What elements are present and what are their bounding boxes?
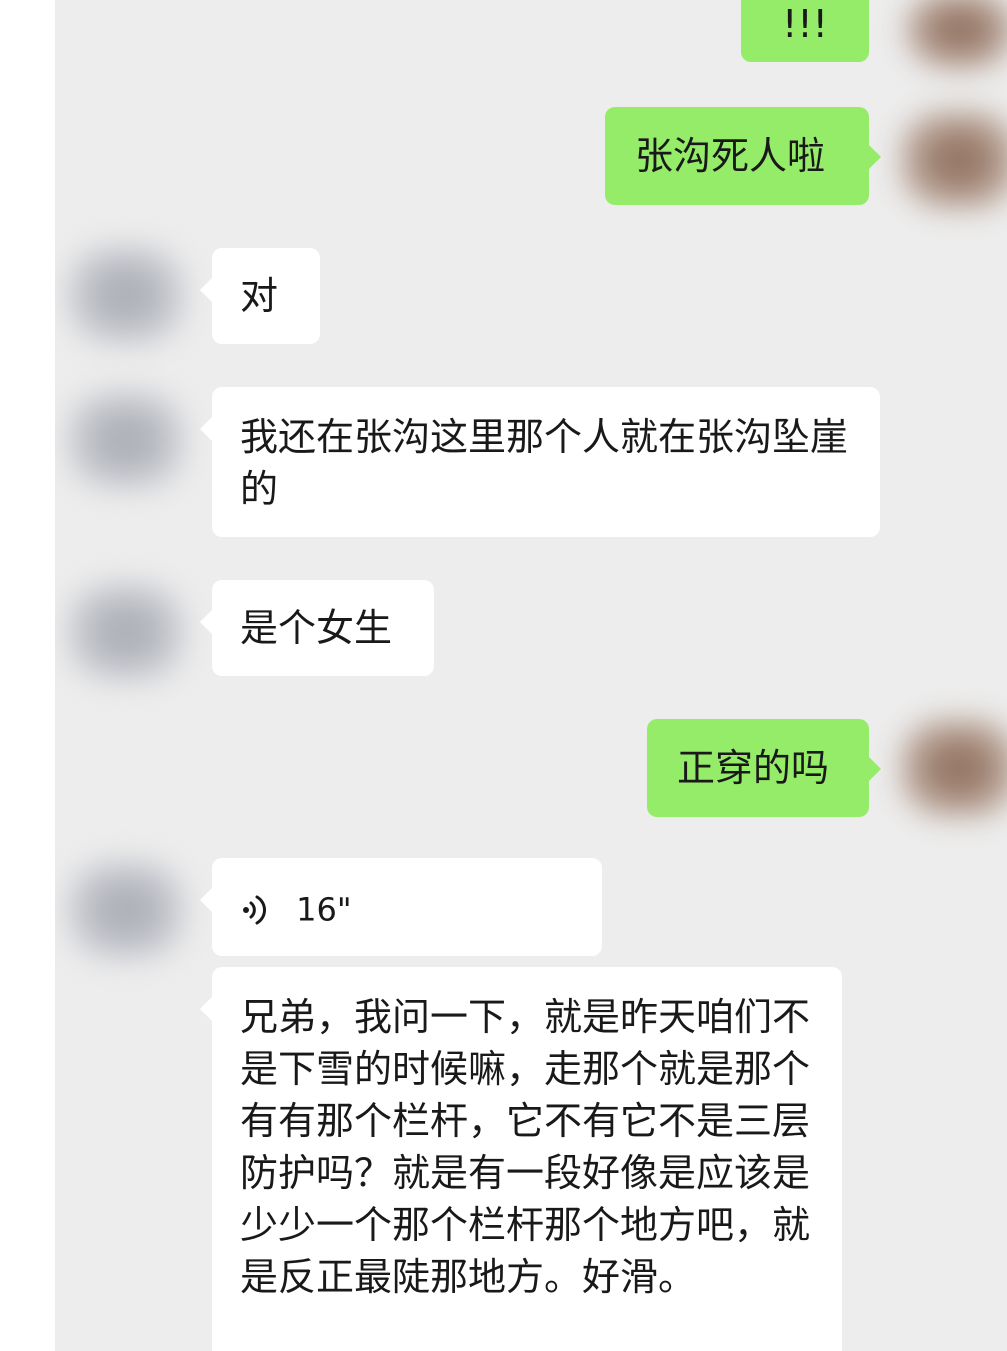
voice-message[interactable]: 16" xyxy=(200,858,602,956)
message-text: 兄弟，我问一下，就是昨天咱们不是下雪的时候嘛，走那个就是那个有有那个栏杆，它不有… xyxy=(240,995,811,1299)
message-text: 我还在张沟这里那个人就在张沟坠崖的 xyxy=(240,415,849,511)
self-avatar[interactable] xyxy=(905,0,1007,70)
chat-message-list[interactable]: !!! 张沟死人啦 对 我还在张沟这里那个人就在张沟坠崖的 是个女生 正穿的吗 … xyxy=(55,0,1007,1351)
message-text: 正穿的吗 xyxy=(677,746,830,790)
message-text: !!! xyxy=(782,2,828,46)
outgoing-message[interactable]: 正穿的吗 xyxy=(647,719,881,817)
outgoing-message[interactable]: 张沟死人啦 xyxy=(605,107,881,205)
voice-duration: 16" xyxy=(296,890,352,929)
incoming-message[interactable]: 对 xyxy=(200,248,320,344)
voice-wave-icon xyxy=(243,895,267,924)
contact-avatar[interactable] xyxy=(67,860,185,960)
message-text: 张沟死人啦 xyxy=(635,134,826,178)
contact-avatar[interactable] xyxy=(67,390,185,490)
message-text: 对 xyxy=(240,274,279,318)
outgoing-message[interactable]: !!! xyxy=(741,0,869,62)
contact-avatar[interactable] xyxy=(67,245,185,345)
incoming-message[interactable]: 兄弟，我问一下，就是昨天咱们不是下雪的时候嘛，走那个就是那个有有那个栏杆，它不有… xyxy=(200,967,842,1351)
incoming-message[interactable]: 我还在张沟这里那个人就在张沟坠崖的 xyxy=(200,387,880,537)
incoming-message[interactable]: 是个女生 xyxy=(200,580,434,676)
self-avatar[interactable] xyxy=(900,718,1007,818)
contact-avatar[interactable] xyxy=(67,582,185,682)
message-text: 是个女生 xyxy=(240,606,393,650)
self-avatar[interactable] xyxy=(900,110,1007,210)
